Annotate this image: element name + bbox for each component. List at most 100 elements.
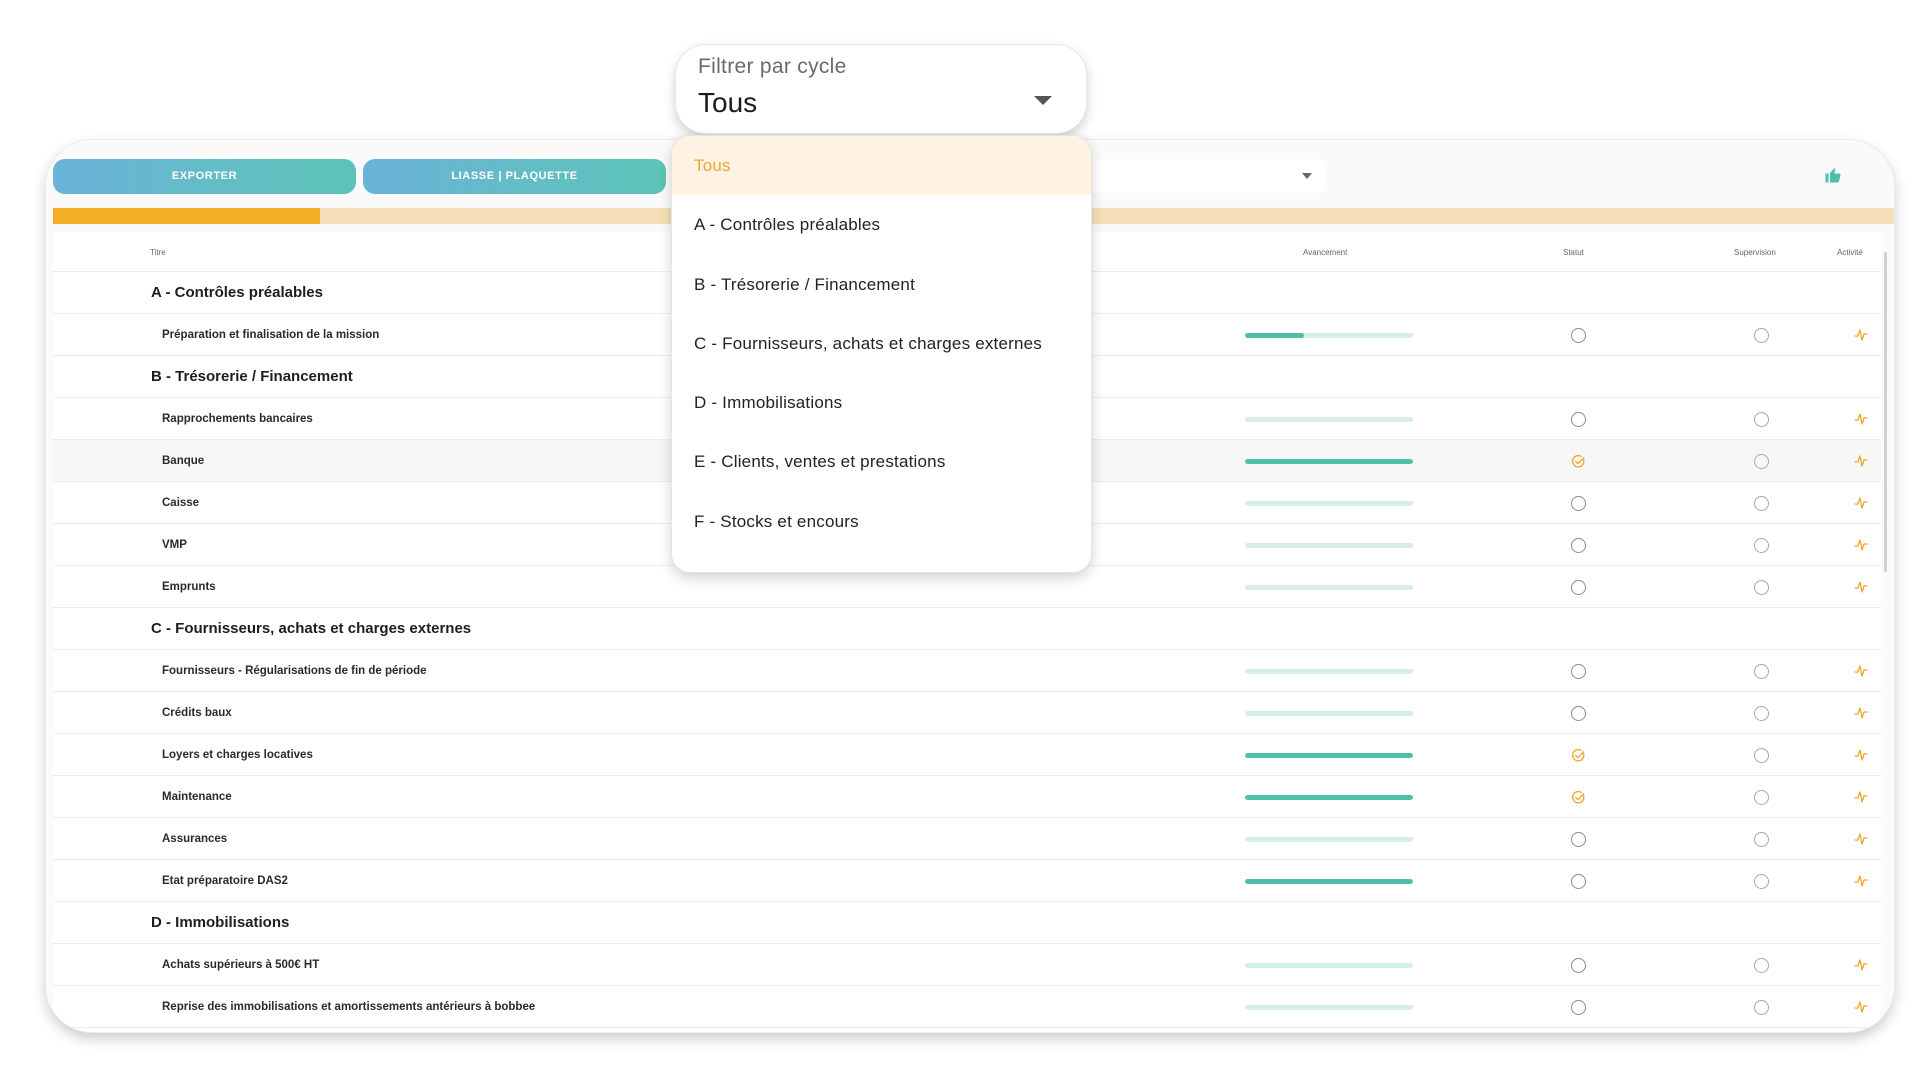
supervision-empty-icon[interactable] bbox=[1754, 706, 1769, 721]
thumbs-up-icon[interactable] bbox=[1824, 166, 1842, 184]
activity-pulse-icon[interactable] bbox=[1854, 999, 1868, 1015]
export-button[interactable]: EXPORTER bbox=[53, 159, 356, 194]
activity-pulse-icon[interactable] bbox=[1854, 579, 1868, 595]
cycle-filter-option[interactable]: B - Trésorerie / Financement bbox=[672, 255, 1091, 314]
activity-pulse-icon[interactable] bbox=[1854, 873, 1868, 889]
status-empty-icon[interactable] bbox=[1571, 1000, 1586, 1015]
cycle-filter-option[interactable]: D - Immobilisations bbox=[672, 373, 1091, 432]
status-empty-icon[interactable] bbox=[1571, 328, 1586, 343]
status-done-icon[interactable] bbox=[1571, 748, 1586, 763]
cycle-title: C - Fournisseurs, achats et charges exte… bbox=[151, 620, 472, 637]
task-title: Rapprochements bancaires bbox=[162, 413, 313, 425]
cycle-filter-option[interactable]: F - Stocks et encours bbox=[672, 492, 1091, 551]
status-empty-icon[interactable] bbox=[1571, 412, 1586, 427]
activity-pulse-icon[interactable] bbox=[1854, 411, 1868, 427]
task-progress-fill bbox=[1245, 795, 1413, 800]
task-progress-bar bbox=[1245, 501, 1413, 506]
cycle-filter-menu: Tous A - Contrôles préalables B - Trésorer… bbox=[672, 136, 1091, 572]
supervision-empty-icon[interactable] bbox=[1754, 1000, 1769, 1015]
task-progress-bar bbox=[1245, 711, 1413, 716]
activity-pulse-icon[interactable] bbox=[1854, 747, 1868, 763]
activity-pulse-icon[interactable] bbox=[1854, 537, 1868, 553]
supervision-empty-icon[interactable] bbox=[1754, 454, 1769, 469]
table-row[interactable]: Emprunts bbox=[53, 566, 1881, 608]
activity-pulse-icon[interactable] bbox=[1854, 789, 1868, 805]
task-progress-bar bbox=[1245, 963, 1413, 968]
task-progress-bar bbox=[1245, 585, 1413, 590]
task-title: Reprise des immobilisations et amortisse… bbox=[162, 1001, 536, 1013]
supervision-empty-icon[interactable] bbox=[1754, 664, 1769, 679]
status-done-icon[interactable] bbox=[1571, 790, 1586, 805]
task-progress-bar bbox=[1245, 333, 1413, 338]
status-empty-icon[interactable] bbox=[1571, 958, 1586, 973]
table-row[interactable]: Reprise des immobilisations et amortisse… bbox=[53, 986, 1881, 1028]
status-empty-icon[interactable] bbox=[1571, 496, 1586, 511]
task-progress-bar bbox=[1245, 837, 1413, 842]
task-progress-bar bbox=[1245, 795, 1413, 800]
global-progress-fill bbox=[53, 208, 320, 224]
table-row[interactable]: Etat préparatoire DAS2 bbox=[53, 860, 1881, 902]
task-title: Achats supérieurs à 500€ HT bbox=[162, 959, 320, 971]
cycle-title: B - Trésorerie / Financement bbox=[151, 368, 353, 385]
status-empty-icon[interactable] bbox=[1571, 538, 1586, 553]
status-empty-icon[interactable] bbox=[1571, 664, 1586, 679]
supervision-empty-icon[interactable] bbox=[1754, 958, 1769, 973]
activity-pulse-icon[interactable] bbox=[1854, 495, 1868, 511]
task-progress-bar bbox=[1245, 669, 1413, 674]
cycle-filter-select[interactable]: Filtrer par cycle Tous bbox=[676, 45, 1086, 133]
column-header-title: Titre bbox=[150, 248, 166, 257]
column-header-activity: Activité bbox=[1837, 248, 1863, 257]
cycle-filter-option[interactable]: C - Fournisseurs, achats et charges exte… bbox=[672, 314, 1091, 373]
table-row[interactable]: Crédits baux bbox=[53, 692, 1881, 734]
task-title: Fournisseurs - Régularisations de fin de… bbox=[162, 665, 427, 677]
task-progress-bar bbox=[1245, 417, 1413, 422]
table-row[interactable]: Assurances bbox=[53, 818, 1881, 860]
supervision-empty-icon[interactable] bbox=[1754, 874, 1769, 889]
task-title: Crédits baux bbox=[162, 707, 232, 719]
supervision-empty-icon[interactable] bbox=[1754, 748, 1769, 763]
activity-pulse-icon[interactable] bbox=[1854, 957, 1868, 973]
supervision-empty-icon[interactable] bbox=[1754, 496, 1769, 511]
cycle-filter-option[interactable]: A - Contrôles préalables bbox=[672, 195, 1091, 254]
cycle-filter-option[interactable]: Tous bbox=[672, 136, 1091, 196]
table-row[interactable]: Loyers et charges locatives bbox=[53, 734, 1881, 776]
supervision-empty-icon[interactable] bbox=[1754, 832, 1769, 847]
task-title: Caisse bbox=[162, 497, 200, 509]
table-row[interactable]: Maintenance bbox=[53, 776, 1881, 818]
activity-pulse-icon[interactable] bbox=[1854, 453, 1868, 469]
cycle-filter-value: Tous bbox=[698, 87, 758, 118]
activity-pulse-icon[interactable] bbox=[1854, 327, 1868, 343]
table-row[interactable]: Fournisseurs - Régularisations de fin de… bbox=[53, 650, 1881, 692]
activity-pulse-icon[interactable] bbox=[1854, 663, 1868, 679]
task-progress-bar bbox=[1245, 753, 1413, 758]
status-empty-icon[interactable] bbox=[1571, 832, 1586, 847]
cycle-filter-option[interactable]: E - Clients, ventes et prestations bbox=[672, 432, 1091, 491]
activity-pulse-icon[interactable] bbox=[1854, 705, 1868, 721]
status-done-icon[interactable] bbox=[1571, 454, 1586, 469]
supervision-empty-icon[interactable] bbox=[1754, 328, 1769, 343]
task-progress-fill bbox=[1245, 333, 1304, 338]
activity-pulse-icon[interactable] bbox=[1854, 831, 1868, 847]
cycle-title: D - Immobilisations bbox=[151, 914, 290, 931]
supervision-empty-icon[interactable] bbox=[1754, 580, 1769, 595]
column-header-status: Statut bbox=[1563, 248, 1584, 257]
task-progress-bar bbox=[1245, 1005, 1413, 1010]
task-title: Etat préparatoire DAS2 bbox=[162, 875, 288, 887]
status-empty-icon[interactable] bbox=[1571, 706, 1586, 721]
chevron-down-icon bbox=[1302, 173, 1312, 179]
status-empty-icon[interactable] bbox=[1571, 874, 1586, 889]
task-title: Maintenance bbox=[162, 791, 232, 803]
table-scrollbar[interactable] bbox=[1884, 252, 1887, 572]
status-empty-icon[interactable] bbox=[1571, 580, 1586, 595]
supervision-empty-icon[interactable] bbox=[1754, 412, 1769, 427]
supervision-empty-icon[interactable] bbox=[1754, 538, 1769, 553]
task-progress-fill bbox=[1245, 879, 1413, 884]
cycle-title: A - Contrôles préalables bbox=[151, 284, 323, 301]
supervision-empty-icon[interactable] bbox=[1754, 790, 1769, 805]
task-progress-fill bbox=[1245, 459, 1413, 464]
column-header-progress: Avancement bbox=[1303, 248, 1348, 257]
table-row[interactable]: Achats supérieurs à 500€ HT bbox=[53, 944, 1881, 986]
liasse-plaquette-button[interactable]: LIASSE | PLAQUETTE bbox=[363, 159, 666, 194]
chevron-down-icon[interactable] bbox=[1034, 96, 1052, 105]
cycle-filter-label: Filtrer par cycle bbox=[698, 55, 847, 78]
